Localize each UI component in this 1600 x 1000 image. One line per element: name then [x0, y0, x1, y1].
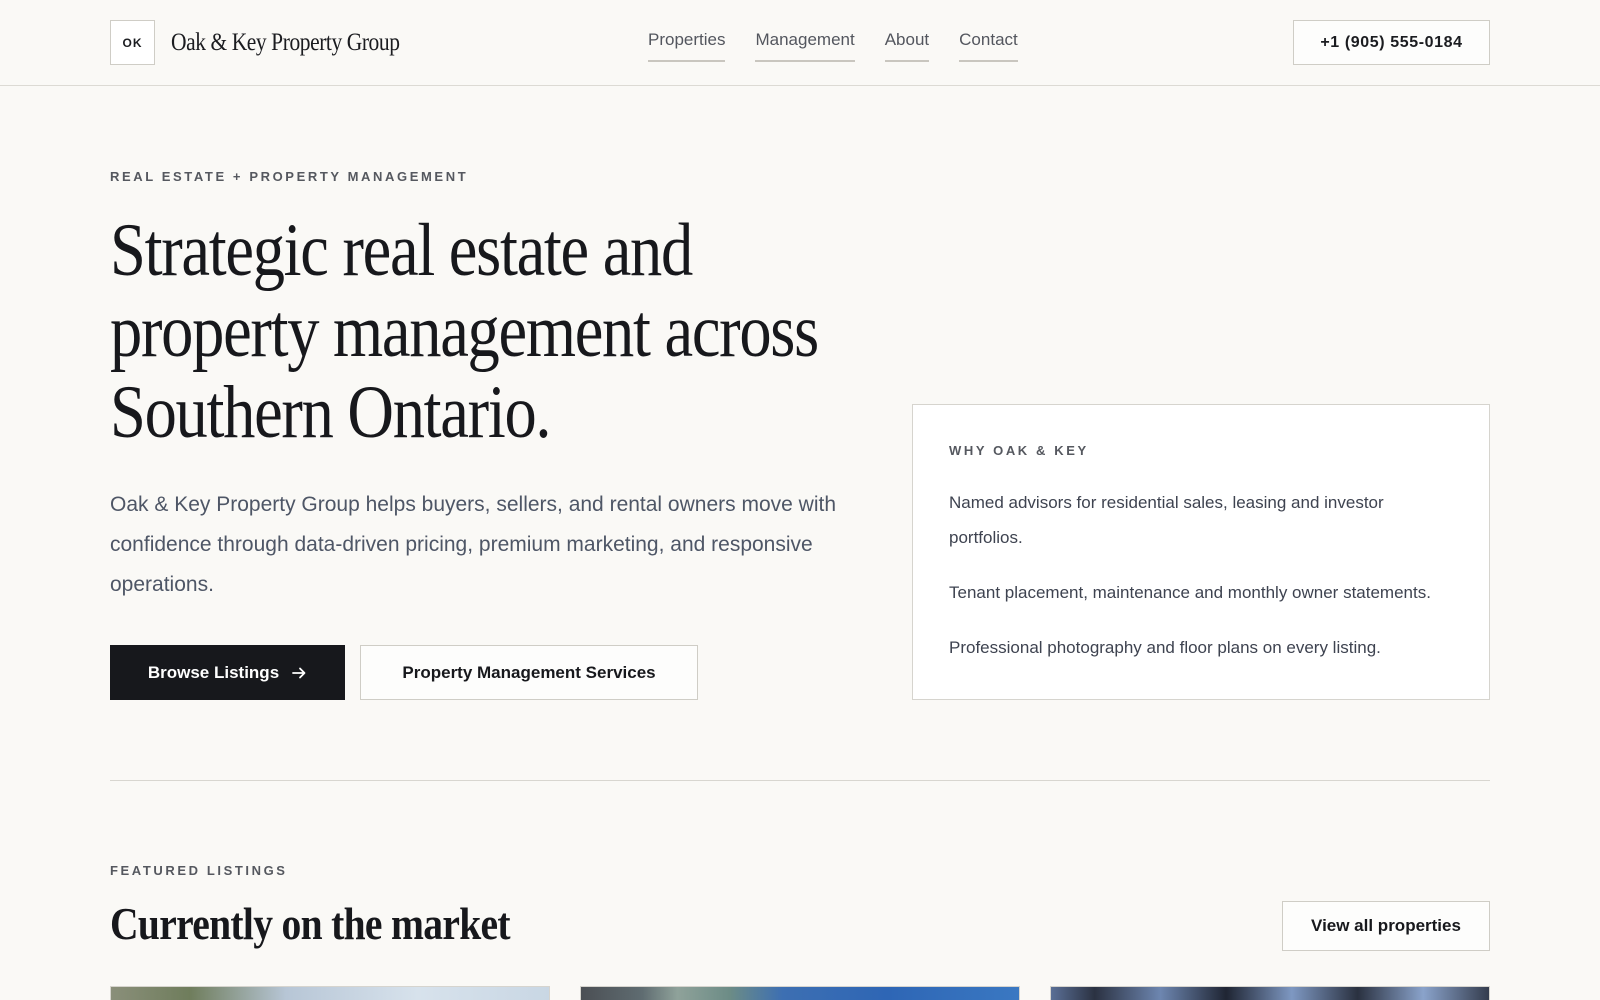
why-list-item: Named advisors for residential sales, le…	[949, 493, 1384, 547]
why-card-eyebrow: WHY OAK & KEY	[949, 443, 1089, 458]
property-management-services-button[interactable]: Property Management Services	[360, 645, 698, 700]
featured-title: Currently on the market	[110, 898, 511, 949]
why-oak-key-card: WHY OAK & KEY Named advisors for residen…	[912, 404, 1490, 700]
why-list-item: Professional photography and floor plans…	[949, 638, 1381, 657]
listing-card[interactable]	[110, 986, 550, 1000]
nav-link-contact[interactable]: Contact	[959, 30, 1018, 62]
arrow-right-icon	[291, 665, 307, 681]
browse-listings-label: Browse Listings	[147, 662, 280, 682]
hero-eyebrow: REAL ESTATE + PROPERTY MANAGEMENT	[110, 169, 469, 184]
listing-card[interactable]	[580, 986, 1020, 1000]
hero-title: Strategic real estate and property manag…	[110, 209, 819, 454]
nav-link-about[interactable]: About	[884, 30, 930, 62]
phone-button[interactable]: +1 (905) 555-0184	[1293, 20, 1490, 65]
why-list-item: Tenant placement, maintenance and monthl…	[949, 583, 1431, 602]
listing-photo	[1051, 987, 1489, 1000]
listing-card[interactable]	[1050, 986, 1490, 1000]
featured-eyebrow: FEATURED LISTINGS	[110, 863, 288, 878]
why-list: Named advisors for residential sales, le…	[949, 485, 1459, 685]
main-nav: Properties Management About Contact	[648, 30, 1018, 62]
listing-photo	[111, 987, 549, 1000]
hero-description: Oak & Key Property Group helps buyers, s…	[110, 493, 836, 596]
brand-mark: OK	[110, 20, 155, 65]
brand-logo-link[interactable]: OK Oak & Key Property Group	[110, 20, 437, 65]
section-divider	[110, 780, 1490, 781]
listing-photo	[581, 987, 1019, 1000]
brand-name: Oak & Key Property Group	[171, 28, 400, 56]
site-header: OK Oak & Key Property Group Properties M…	[0, 0, 1600, 86]
view-all-properties-button[interactable]: View all properties	[1282, 901, 1490, 951]
browse-listings-button[interactable]: Browse Listings	[110, 645, 345, 700]
nav-link-properties[interactable]: Properties	[648, 30, 726, 62]
nav-link-management[interactable]: Management	[755, 30, 855, 62]
